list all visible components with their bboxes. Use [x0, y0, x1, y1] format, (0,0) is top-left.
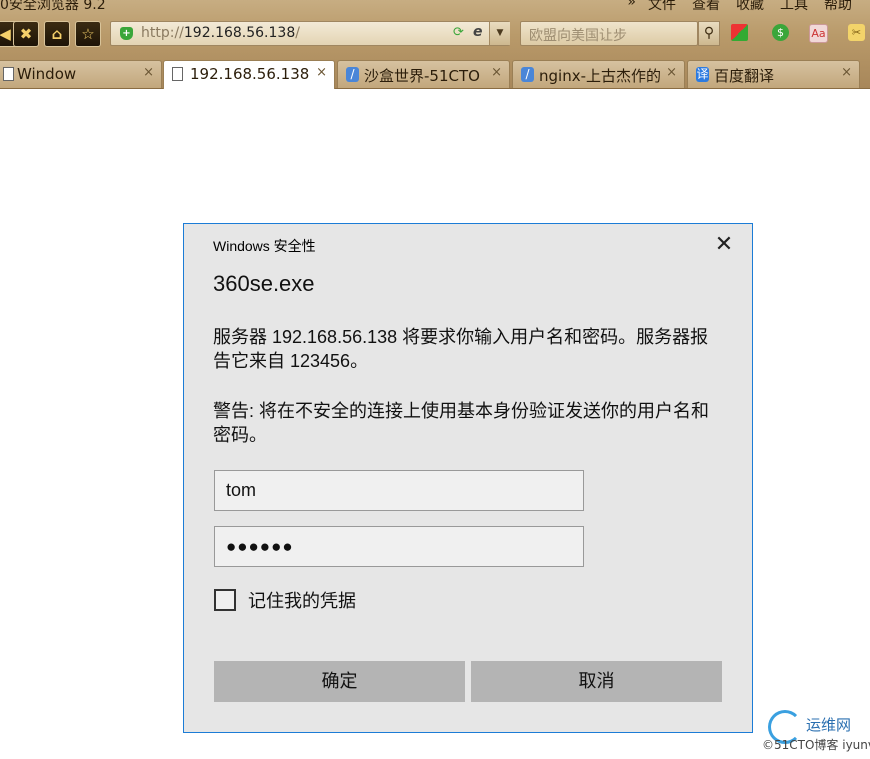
watermark: 运维网 ©51CTO博客 iyunv.com	[762, 710, 870, 759]
page-icon	[3, 67, 14, 81]
address-bar[interactable]: + http://192.168.56.138/ ⟳ e ▼	[110, 21, 510, 46]
money-icon[interactable]: $	[772, 24, 789, 41]
dialog-title: Windows 安全性	[213, 238, 316, 254]
page-icon	[172, 67, 183, 81]
cancel-button[interactable]: 取消	[471, 661, 722, 702]
address-trail: /	[295, 25, 300, 41]
search-input[interactable]: 欧盟向美国让步	[529, 25, 627, 45]
close-tab-icon[interactable]: ×	[491, 65, 502, 80]
stop-icon[interactable]: ✖	[13, 21, 39, 47]
menu-bar: » 文件 查看 收藏 工具 帮助	[627, 0, 852, 14]
tab-label: Window	[17, 65, 77, 83]
password-field[interactable]: ●●●●●●	[214, 526, 584, 567]
home-icon[interactable]: ⌂	[44, 21, 70, 47]
translate-tool-icon[interactable]: Aa	[809, 24, 828, 43]
security-shield-icon: +	[120, 27, 133, 40]
tab-label: nginx-上古杰作的	[539, 67, 661, 85]
tab-baidu-translate[interactable]: 译 百度翻译 ×	[687, 60, 860, 88]
search-box[interactable]: 欧盟向美国让步	[520, 21, 698, 46]
menu-file[interactable]: 文件	[648, 0, 676, 14]
username-field[interactable]: tom	[214, 470, 584, 511]
ok-button[interactable]: 确定	[214, 661, 465, 702]
address-host: 192.168.56.138	[183, 25, 296, 41]
tab-label: 192.168.56.138	[190, 65, 310, 83]
dialog-message: 服务器 192.168.56.138 将要求你输入用户名和密码。服务器报告它来自…	[213, 327, 709, 371]
menu-overflow-icon[interactable]: »	[627, 0, 636, 14]
close-tab-icon[interactable]: ×	[666, 65, 677, 80]
tab-active-192-168-56-138[interactable]: 192.168.56.138 ×	[163, 60, 335, 89]
feather-icon: /	[346, 67, 359, 82]
credentials-dialog: Windows 安全性 ✕ 360se.exe 服务器 192.168.56.1…	[183, 223, 753, 733]
tab-51cto[interactable]: / 沙盒世界-51CTO ×	[337, 60, 510, 88]
translate-icon: 译	[696, 67, 709, 82]
search-icon[interactable]: ⚲	[698, 21, 720, 46]
remember-label[interactable]: 记住我的凭据	[248, 587, 356, 613]
address-text[interactable]: http://192.168.56.138/	[141, 25, 300, 41]
browser-chrome: 0安全浏览器 9.2 » 文件 查看 收藏 工具 帮助 ◀ ✖ ⌂ ☆ + ht…	[0, 0, 870, 89]
menu-tools[interactable]: 工具	[780, 0, 808, 14]
address-protocol: http://	[141, 25, 184, 41]
menu-view[interactable]: 查看	[692, 0, 720, 14]
window-title: 0安全浏览器 9.2	[0, 0, 106, 13]
tab-window[interactable]: Window ×	[0, 60, 162, 88]
ie-mode-icon[interactable]: e	[473, 24, 483, 40]
apps-icon[interactable]	[731, 24, 748, 41]
dialog-warning: 警告: 将在不安全的连接上使用基本身份验证发送你的用户名和密码。	[213, 401, 709, 445]
close-tab-icon[interactable]: ×	[143, 65, 154, 80]
tab-nginx[interactable]: / nginx-上古杰作的 ×	[512, 60, 685, 88]
address-dropdown-icon[interactable]: ▼	[489, 22, 510, 45]
favorite-icon[interactable]: ☆	[75, 21, 101, 47]
screenshot-icon[interactable]: ✂	[848, 24, 865, 41]
menu-favorites[interactable]: 收藏	[736, 0, 764, 14]
close-tab-icon[interactable]: ×	[316, 65, 327, 80]
feather-icon: /	[521, 67, 534, 82]
tab-label: 百度翻译	[714, 67, 775, 85]
remember-checkbox[interactable]	[214, 589, 236, 611]
watermark-name: 运维网	[806, 716, 852, 734]
close-tab-icon[interactable]: ×	[841, 65, 852, 80]
dialog-app-name: 360se.exe	[213, 271, 315, 296]
menu-help[interactable]: 帮助	[824, 0, 852, 14]
refresh-icon[interactable]: ⟳	[453, 26, 467, 40]
tab-label: 沙盒世界-51CTO	[364, 67, 480, 85]
close-icon[interactable]: ✕	[708, 232, 740, 256]
watermark-site: ©51CTO博客 iyunv.com	[762, 738, 870, 752]
remember-credentials[interactable]: 记住我的凭据	[214, 587, 356, 613]
